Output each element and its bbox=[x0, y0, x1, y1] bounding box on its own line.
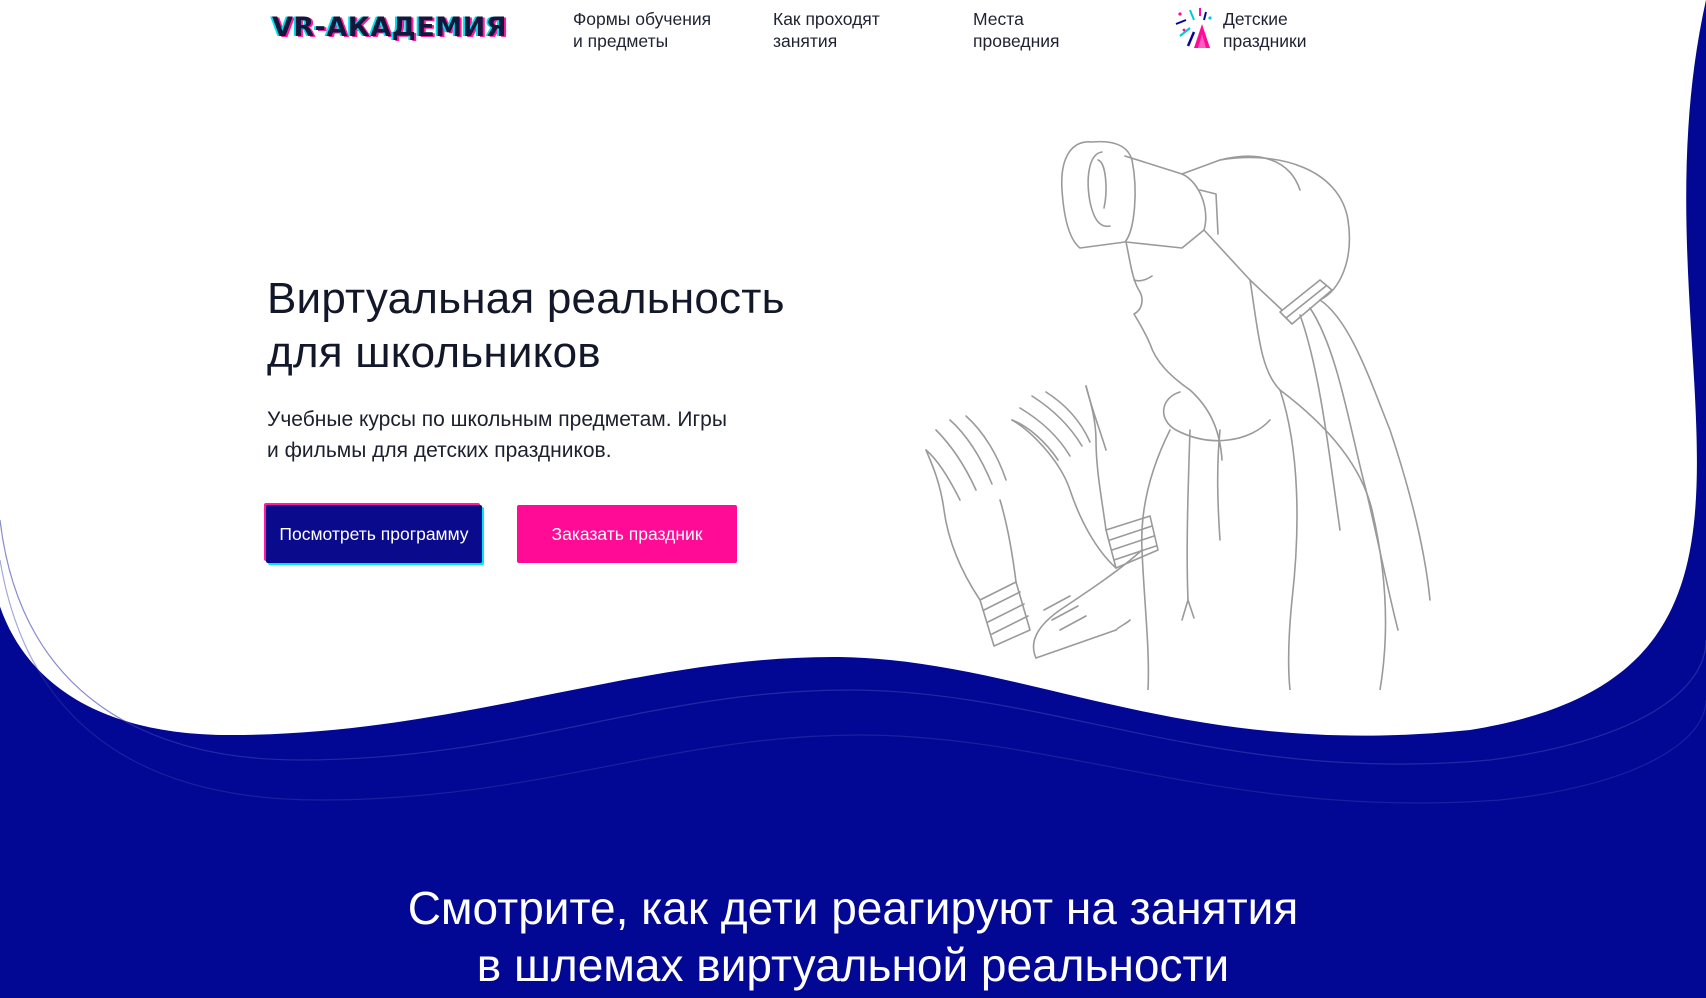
nav-item-parties[interactable]: Детские праздники bbox=[1223, 8, 1413, 52]
section-title-line1: Смотрите, как дети реагируют на занятия bbox=[407, 882, 1299, 934]
nav-item-forms-line2: и предметы bbox=[573, 31, 669, 51]
nav-item-places-line1: Места bbox=[973, 9, 1024, 29]
hero-subtitle: Учебные курсы по школьным предметам. Игр… bbox=[267, 404, 907, 466]
hero-title-line2: для школьников bbox=[267, 328, 601, 377]
nav-item-places[interactable]: Места проведния bbox=[973, 8, 1163, 52]
site-header: VR-АКАДЕМИЯ Формы обучения и предметы Ка… bbox=[0, 0, 1706, 60]
section-title: Смотрите, как дети реагируют на занятия … bbox=[0, 880, 1706, 994]
hero-wave-background bbox=[0, 0, 1706, 804]
hero-subtitle-line2: и фильмы для детских праздников. bbox=[267, 439, 612, 462]
nav-item-lessons-line1: Как проходят bbox=[773, 9, 880, 29]
section-title-line2: в шлемах виртуальной реальности bbox=[476, 939, 1230, 991]
nav-item-forms[interactable]: Формы обучения и предметы bbox=[573, 8, 763, 52]
nav-item-places-line2: проведния bbox=[973, 31, 1060, 51]
hero-title-line1: Виртуальная реальность bbox=[267, 274, 785, 323]
nav-item-forms-line1: Формы обучения bbox=[573, 9, 712, 29]
hero-subtitle-line1: Учебные курсы по школьным предметам. Игр… bbox=[267, 408, 727, 431]
nav-item-lessons-line2: занятия bbox=[773, 31, 838, 51]
nav-item-parties-line2: праздники bbox=[1223, 31, 1307, 51]
vr-headset-girl-illustration bbox=[925, 140, 1431, 690]
nav-item-lessons[interactable]: Как проходят занятия bbox=[773, 8, 963, 52]
hero-title: Виртуальная реальность для школьников bbox=[267, 272, 907, 380]
party-confetti-icon[interactable] bbox=[1172, 6, 1216, 48]
order-party-button[interactable]: Заказать праздник bbox=[517, 505, 737, 563]
view-program-button[interactable]: Посмотреть программу bbox=[266, 505, 482, 563]
nav-item-parties-line1: Детские bbox=[1223, 9, 1288, 29]
logo[interactable]: VR-АКАДЕМИЯ bbox=[272, 12, 507, 43]
